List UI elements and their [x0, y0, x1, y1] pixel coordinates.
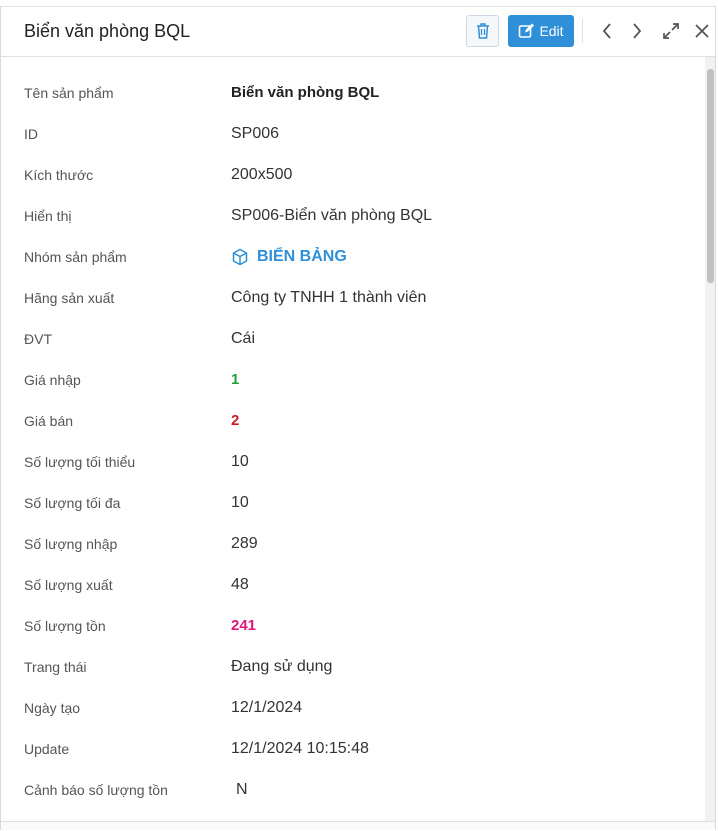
detail-body: Tên sản phẩm Biển văn phòng BQL ID SP006…: [1, 57, 703, 822]
field-label: Hiển thị: [24, 208, 72, 224]
field-label: Hãng sản xuất: [24, 290, 115, 306]
field-row-min-qty: Số lượng tối thiểu 10: [1, 452, 703, 493]
field-label: Update: [24, 741, 70, 757]
field-row-qty-stock: Số lượng tồn 241: [1, 616, 703, 657]
product-group-link[interactable]: BIỂN BẢNG: [231, 247, 347, 267]
field-row-display: Hiển thị SP006-Biển văn phòng BQL: [1, 206, 703, 247]
field-value: N: [236, 781, 248, 798]
vertical-scrollbar[interactable]: [705, 57, 715, 822]
field-row-unit: ĐVT Cái: [1, 329, 703, 370]
field-label: Số lượng tồn: [24, 618, 106, 634]
edit-button[interactable]: Edit: [508, 15, 574, 47]
field-row-qty-in: Số lượng nhập 289: [1, 534, 703, 575]
field-label: Số lượng tối thiểu: [24, 454, 136, 470]
field-row-name: Tên sản phẩm Biển văn phòng BQL: [1, 83, 703, 124]
field-row-group: Nhóm sản phẩm BIỂN BẢNG: [1, 247, 703, 288]
field-label: Giá nhập: [24, 372, 81, 388]
field-row-size: Kích thước 200x500: [1, 165, 703, 206]
field-row-qty-out: Số lượng xuất 48: [1, 575, 703, 616]
field-row-updated: Update 12/1/2024 10:15:48: [1, 739, 703, 780]
trash-icon: [476, 23, 489, 39]
expand-button[interactable]: [660, 19, 682, 43]
field-label: Tên sản phẩm: [24, 85, 114, 101]
field-value: 12/1/2024: [231, 699, 303, 716]
product-group-label: BIỂN BẢNG: [257, 248, 347, 265]
field-row-status: Trang thái Đang sử dụng: [1, 657, 703, 698]
prev-button[interactable]: [596, 19, 618, 43]
panel-footer-edge: [1, 821, 715, 830]
field-value: Cái: [231, 330, 256, 347]
field-value: Biển văn phòng BQL: [231, 84, 380, 101]
field-value: 200x500: [231, 166, 293, 183]
field-row-id: ID SP006: [1, 124, 703, 165]
field-value: 12/1/2024 10:15:48: [231, 740, 369, 757]
field-row-manufacturer: Hãng sản xuất Công ty TNHH 1 thành viên: [1, 288, 703, 329]
field-value: 48: [231, 576, 249, 593]
field-value: SP006: [231, 125, 280, 142]
field-value: 289: [231, 535, 258, 552]
detail-panel: Biển văn phòng BQL Edit Tên sản phẩm Biể…: [0, 6, 716, 830]
field-label: Cảnh báo số lượng tồn: [24, 782, 168, 798]
field-label: Trang thái: [24, 659, 87, 675]
field-value: Đang sử dụng: [231, 658, 333, 675]
panel-header: Biển văn phòng BQL Edit: [1, 7, 715, 57]
scrollbar-thumb[interactable]: [707, 69, 714, 283]
field-row-stock-warning: Cảnh báo số lượng tồn N: [1, 780, 703, 821]
next-button[interactable]: [626, 19, 648, 43]
field-row-max-qty: Số lượng tối đa 10: [1, 493, 703, 534]
field-value: 2: [231, 412, 240, 429]
field-label: ĐVT: [24, 331, 52, 347]
header-divider: [582, 19, 583, 43]
page-title: Biển văn phòng BQL: [24, 21, 191, 41]
field-value: 1: [231, 371, 240, 388]
field-label: Giá bán: [24, 413, 74, 429]
cube-icon: [232, 248, 248, 266]
close-icon: [695, 24, 709, 38]
field-value: 10: [231, 453, 249, 470]
field-value: 241: [231, 617, 257, 634]
chevron-right-icon: [633, 23, 642, 39]
chevron-left-icon: [602, 23, 611, 39]
field-label: Số lượng nhập: [24, 536, 118, 552]
field-label: Kích thước: [24, 167, 94, 183]
edit-icon: [519, 23, 535, 38]
field-value: Công ty TNHH 1 thành viên: [231, 289, 427, 306]
field-row-sale-price: Giá bán 2: [1, 411, 703, 452]
edit-button-label: Edit: [539, 23, 564, 39]
expand-icon: [663, 23, 679, 39]
delete-button[interactable]: [466, 15, 499, 47]
field-label: Nhóm sản phẩm: [24, 249, 127, 265]
field-row-purchase-price: Giá nhập 1: [1, 370, 703, 411]
field-row-created: Ngày tạo 12/1/2024: [1, 698, 703, 739]
field-value: 10: [231, 494, 249, 511]
field-label: Số lượng xuất: [24, 577, 113, 593]
field-label: Ngày tạo: [24, 700, 81, 716]
field-label: ID: [24, 126, 38, 142]
field-label: Số lượng tối đa: [24, 495, 121, 511]
close-button[interactable]: [691, 19, 713, 43]
field-value: SP006-Biển văn phòng BQL: [231, 207, 433, 224]
